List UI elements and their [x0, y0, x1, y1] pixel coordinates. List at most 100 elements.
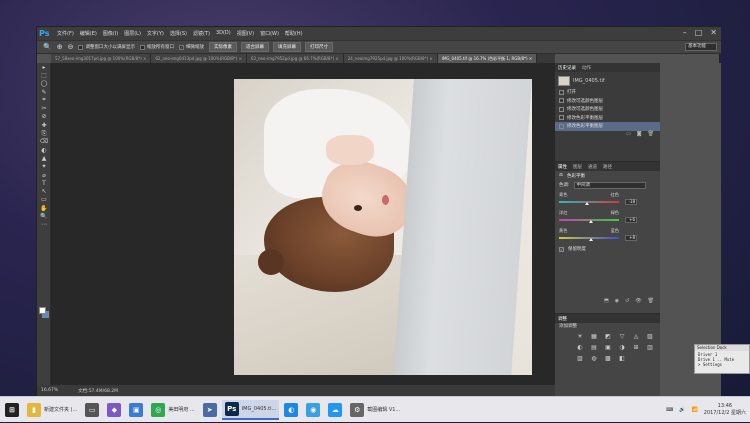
- taskbar-item[interactable]: ◐: [281, 400, 301, 420]
- document-tab[interactable]: 62_neo-img0413pd.jpg @ 100%(RGB/8*) ×: [151, 54, 247, 63]
- tool-icon[interactable]: ↖: [37, 187, 51, 195]
- slider-handle[interactable]: [589, 238, 594, 241]
- adjustment-icon[interactable]: ▨: [575, 355, 585, 363]
- tool-icon[interactable]: ▭: [37, 196, 51, 204]
- taskbar-item[interactable]: ▮ 新建文件夹 (...: [24, 400, 80, 420]
- tool-icon[interactable]: ✚: [37, 121, 51, 129]
- taskbar-item[interactable]: ▣: [126, 400, 146, 420]
- slider-track[interactable]: [559, 201, 619, 205]
- zoom-level[interactable]: 16.67%: [41, 388, 58, 393]
- document-image[interactable]: [234, 79, 532, 375]
- history-tab[interactable]: 历史记录: [558, 65, 576, 71]
- menu-item[interactable]: 视图(V): [237, 30, 254, 37]
- tool-icon[interactable]: ⬚: [37, 71, 51, 79]
- close-icon[interactable]: ✕: [710, 28, 717, 38]
- slider-value[interactable]: +8: [625, 235, 637, 241]
- tool-icon[interactable]: ◯: [37, 80, 51, 88]
- trash-icon[interactable]: 🗑: [648, 298, 654, 306]
- history-tab[interactable]: 动作: [582, 65, 591, 71]
- slider-track[interactable]: [559, 237, 619, 241]
- taskbar-item[interactable]: Ps IMG_0405.ti...: [221, 399, 280, 420]
- eye-icon[interactable]: 👁: [635, 298, 641, 306]
- adjustment-icon[interactable]: ◐: [575, 344, 585, 352]
- option-checkbox[interactable]: ✓ 细微缩放: [178, 44, 204, 50]
- maximize-icon[interactable]: □: [695, 28, 703, 38]
- menu-item[interactable]: 图像(I): [103, 30, 118, 37]
- tool-icon[interactable]: ◐: [37, 146, 51, 154]
- option-button[interactable]: 打印尺寸: [304, 42, 333, 52]
- tool-icon[interactable]: ⊘: [37, 113, 51, 121]
- tone-select[interactable]: 中间调: [573, 181, 646, 189]
- option-button[interactable]: 适合屏幕: [240, 42, 269, 52]
- zoom-in-icon[interactable]: ⊕: [57, 43, 63, 51]
- menu-item[interactable]: 文字(Y): [147, 30, 164, 37]
- adjustment-icon[interactable]: ◩: [603, 333, 613, 341]
- tool-icon[interactable]: ⌗: [37, 96, 51, 104]
- tool-icon[interactable]: ⋯: [37, 221, 51, 229]
- adjustment-icon[interactable]: ☀: [575, 333, 585, 341]
- foreground-color-swatch[interactable]: [39, 307, 46, 314]
- start-button[interactable]: ⊞: [2, 400, 22, 420]
- trash-icon[interactable]: 🗑: [648, 131, 654, 138]
- taskbar-item[interactable]: ☁: [325, 400, 345, 420]
- taskbar-item[interactable]: ▭: [82, 400, 102, 420]
- tool-icon[interactable]: ✋: [37, 204, 51, 212]
- workspace-select[interactable]: 基本功能: [685, 43, 717, 51]
- adjustment-icon[interactable]: ◧: [617, 355, 627, 363]
- history-item[interactable]: 修改色彩平衡图层: [555, 122, 660, 131]
- menu-item[interactable]: 3D(D): [216, 30, 231, 37]
- adjustment-icon[interactable]: ▧: [645, 333, 655, 341]
- checkbox-box[interactable]: [139, 44, 145, 50]
- menu-item[interactable]: 滤镜(T): [193, 30, 210, 37]
- menu-item[interactable]: 选择(S): [170, 30, 187, 37]
- document-tab[interactable]: 57_58xeo-img3017pd.jpg @ 100%(RGB/8*) ×: [51, 54, 152, 63]
- tool-icon[interactable]: ✎: [37, 88, 51, 96]
- zoom-out-icon[interactable]: ⊖: [68, 43, 74, 51]
- checkbox-box[interactable]: [78, 44, 84, 50]
- adjustment-icon[interactable]: ▥: [645, 344, 655, 352]
- document-tab[interactable]: 24_neoimg7925pd.jpg @ 100%(RGB/8*) ×: [343, 54, 438, 63]
- volume-icon[interactable]: 🔊: [679, 407, 685, 413]
- clip-icon[interactable]: ⬒: [604, 298, 609, 306]
- menu-item[interactable]: 帮助(H): [285, 30, 303, 37]
- slider-handle[interactable]: [588, 220, 593, 223]
- taskbar-item[interactable]: ◉: [303, 400, 323, 420]
- taskbar-item[interactable]: ◎ 美田明府 ...: [148, 400, 197, 420]
- adjustment-icon[interactable]: ▽: [617, 333, 627, 341]
- tool-icon[interactable]: ▲: [37, 154, 51, 162]
- option-checkbox[interactable]: 调整窗口大小以满屏显示: [78, 44, 135, 50]
- slider-handle[interactable]: [584, 202, 589, 205]
- menu-item[interactable]: 文件(F): [57, 30, 74, 37]
- network-icon[interactable]: 📶: [692, 407, 698, 413]
- slider-value[interactable]: -18: [625, 199, 637, 205]
- properties-tab[interactable]: 图层: [573, 164, 582, 170]
- adjustment-icon[interactable]: ◍: [589, 355, 599, 363]
- tool-icon[interactable]: T: [37, 179, 51, 187]
- menu-item[interactable]: 图层(L): [124, 30, 141, 37]
- adjustment-icon[interactable]: ◑: [617, 344, 627, 352]
- properties-tab[interactable]: 属性: [558, 164, 567, 170]
- option-checkbox[interactable]: 缩放所有窗口: [139, 44, 174, 50]
- visibility-icon[interactable]: ◉: [615, 298, 619, 306]
- taskbar-item[interactable]: ➤: [200, 400, 220, 420]
- tool-icon[interactable]: ⌫: [37, 138, 51, 146]
- taskbar-item[interactable]: ◆: [104, 400, 124, 420]
- adjustment-icon[interactable]: ◬: [631, 333, 641, 341]
- tool-icon[interactable]: 🔍: [37, 212, 51, 220]
- history-item[interactable]: 打开: [555, 88, 660, 97]
- reset-icon[interactable]: ↺: [625, 298, 629, 306]
- tool-icon[interactable]: ✦: [37, 163, 51, 171]
- adjustment-icon[interactable]: ▩: [603, 355, 613, 363]
- document-tab[interactable]: 62_neo-img7952pd.jpg @ 66.7%(RGB/8*) ×: [246, 54, 344, 63]
- zoom-tool-icon[interactable]: 🔍: [43, 43, 52, 51]
- camera-icon[interactable]: ◙: [637, 131, 642, 138]
- properties-tab[interactable]: 路径: [603, 164, 612, 170]
- selection-dock-window[interactable]: Selection Dock Driver 1 Drive 1 .. Mute > …: [694, 344, 750, 374]
- tool-icon[interactable]: ▸: [37, 63, 51, 71]
- adjustment-icon[interactable]: ▦: [589, 333, 599, 341]
- checkbox-box[interactable]: ✓: [178, 44, 184, 50]
- menu-item[interactable]: 窗口(W): [260, 30, 279, 37]
- history-item[interactable]: 修改可选颜色图层: [555, 105, 660, 114]
- menu-item[interactable]: 编辑(E): [80, 30, 97, 37]
- minimize-icon[interactable]: –: [683, 28, 687, 38]
